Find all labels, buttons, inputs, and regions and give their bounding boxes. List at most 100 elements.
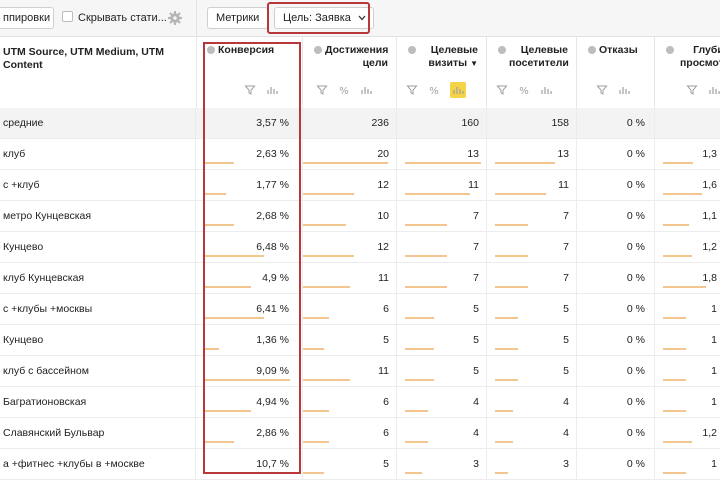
cell-bounces: 0 % [626,148,645,160]
info-icon[interactable] [666,46,674,54]
percent-icon[interactable]: % [338,84,350,96]
cell-target-visits: 7 [473,210,479,222]
value-bar [405,441,428,443]
column-header-label: Целевые визиты ▼ [428,44,478,69]
value-bar [405,379,434,381]
column-divider [576,139,577,170]
value-bar [495,379,518,381]
dimension-column-header[interactable]: UTM Source, UTM Medium, UTM Content [0,36,197,108]
table-row[interactable]: клуб с бассейном 9,09 % 11 5 5 0 % 1 [0,356,720,387]
column-divider [396,263,397,294]
filter-icon[interactable] [316,84,328,96]
filter-icon[interactable] [496,84,508,96]
info-icon[interactable] [498,46,506,54]
column-header-target-visitors[interactable]: Целевые посетители% [487,36,577,108]
column-divider [396,325,397,356]
column-divider [396,108,397,139]
column-divider [576,449,577,480]
bar-chart-icon[interactable] [708,84,720,96]
column-divider [486,387,487,418]
row-dimension-label: с +клубы +москвы [3,303,93,315]
value-bar [303,255,354,257]
cell-target-visits: 160 [461,117,479,129]
column-divider [576,294,577,325]
column-divider [195,418,196,449]
percent-icon[interactable]: % [428,84,440,96]
column-divider [302,356,303,387]
cell-target-visitors: 11 [558,179,569,191]
sort-desc-icon[interactable]: ▼ [470,59,478,68]
table-row[interactable]: Багратионовская 4,94 % 6 4 4 0 % 1 [0,387,720,418]
table-row[interactable]: клуб 2,63 % 20 13 13 0 % 1,3 [0,139,720,170]
toolbar: ппировки Скрывать стати... Метрики Цель:… [0,0,720,37]
column-header-target-visits[interactable]: Целевые визиты ▼% [397,36,487,108]
cell-target-visits: 5 [473,303,479,315]
value-bar [495,410,513,412]
column-divider [486,449,487,480]
column-divider [302,170,303,201]
filter-icon[interactable] [686,84,698,96]
value-bar [663,472,686,474]
bar-chart-icon[interactable] [360,84,372,96]
hide-stats-checkbox[interactable] [62,11,73,22]
cell-target-visits: 5 [473,365,479,377]
filter-icon[interactable] [596,84,608,96]
column-divider [486,201,487,232]
value-bar [405,224,447,226]
cell-bounces: 0 % [626,396,645,408]
column-divider [654,418,655,449]
column-divider [576,356,577,387]
row-dimension-label: Кунцево [3,241,44,253]
table-row[interactable]: с +клуб 1,77 % 12 11 11 0 % 1,6 [0,170,720,201]
column-divider [486,294,487,325]
info-icon[interactable] [314,46,322,54]
cell-target-visitors: 13 [557,148,569,160]
table-row[interactable]: Кунцево 1,36 % 5 5 5 0 % 1 [0,325,720,356]
info-icon[interactable] [408,46,416,54]
column-divider [654,263,655,294]
column-header-view-depth[interactable]: Глубина просмотра [655,36,720,108]
column-divider [195,449,196,480]
bar-chart-icon[interactable] [618,84,630,96]
column-divider [302,387,303,418]
column-header-label: Целевые посетители [509,44,569,69]
value-bar [303,410,329,412]
metrics-button[interactable]: Метрики [207,7,269,29]
column-divider [486,232,487,263]
filter-icon[interactable] [406,84,418,96]
groupings-button[interactable]: ппировки [0,7,54,29]
column-divider [486,325,487,356]
column-divider [195,201,196,232]
percent-icon[interactable]: % [518,84,530,96]
cell-bounces: 0 % [626,427,645,439]
value-bar [495,286,528,288]
cell-target-visits: 7 [473,241,479,253]
info-icon[interactable] [588,46,596,54]
table-row[interactable]: клуб Кунцевская 4,9 % 11 7 7 0 % 1,8 [0,263,720,294]
value-bar [495,255,528,257]
column-divider [195,325,196,356]
table-row[interactable]: метро Кунцевская 2,68 % 10 7 7 0 % 1,1 [0,201,720,232]
averages-row[interactable]: средние 3,57 % 236 160 158 0 % [0,108,720,139]
table-row[interactable]: а +фитнес +клубы в +москве 10,7 % 5 3 3 0 % 1 [0,449,720,480]
value-bar [303,441,329,443]
value-bar [405,193,470,195]
value-bar [303,224,346,226]
table-row[interactable]: Славянский Бульвар 2,86 % 6 4 4 0 % 1,2 [0,418,720,449]
gear-icon[interactable] [168,11,182,25]
column-divider [396,449,397,480]
cell-bounces: 0 % [626,210,645,222]
table-row[interactable]: Кунцево 6,48 % 12 7 7 0 % 1,2 [0,232,720,263]
cell-goal-reaches: 6 [383,427,389,439]
bar-chart-icon[interactable] [450,82,466,98]
value-bar [405,348,434,350]
table-row[interactable]: с +клубы +москвы 6,41 % 6 5 5 0 % 1 [0,294,720,325]
cell-bounces: 0 % [626,365,645,377]
cell-bounces: 0 % [626,179,645,191]
column-header-bounces[interactable]: Отказы [577,36,655,108]
bar-chart-icon[interactable] [540,84,552,96]
column-header-goal-reaches[interactable]: Достижения цели% [303,36,397,108]
column-divider [195,170,196,201]
value-bar [495,193,546,195]
column-divider [486,108,487,139]
